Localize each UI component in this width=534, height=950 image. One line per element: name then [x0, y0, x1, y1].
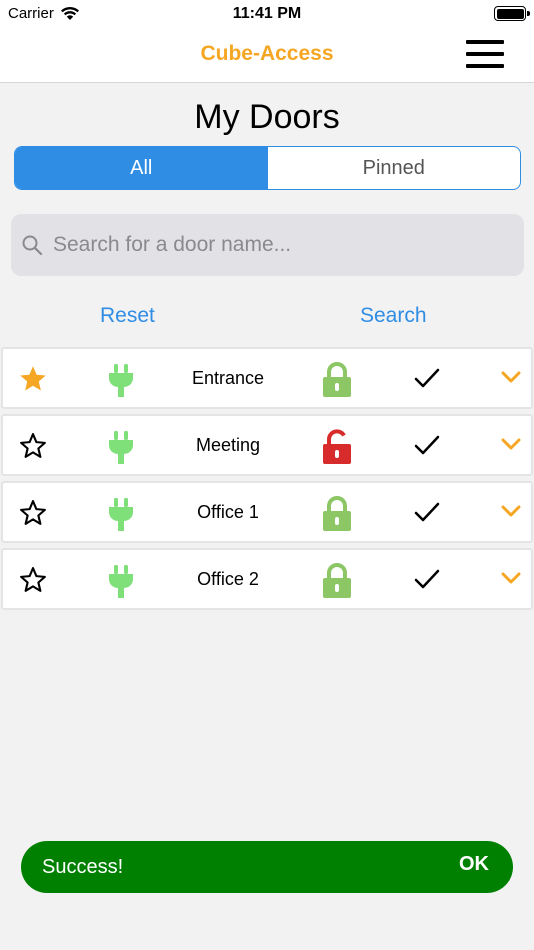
chevron-down-icon[interactable]: [500, 370, 522, 384]
plug-icon: [109, 364, 133, 397]
lock-closed-icon[interactable]: [321, 362, 353, 398]
tab-all[interactable]: All: [15, 147, 268, 189]
door-row-entrance[interactable]: Entrance: [1, 347, 533, 409]
chevron-down-icon[interactable]: [500, 571, 522, 585]
search-button[interactable]: Search: [360, 304, 427, 328]
success-toast: Success! OK: [21, 841, 513, 893]
checkmark-icon: [414, 502, 440, 522]
door-row-office-2[interactable]: Office 2: [1, 548, 533, 610]
lock-closed-icon[interactable]: [321, 563, 353, 599]
chevron-down-icon[interactable]: [500, 437, 522, 451]
status-time: 11:41 PM: [232, 5, 302, 22]
checkmark-icon: [414, 368, 440, 388]
search-icon: [22, 235, 43, 256]
plug-icon: [109, 565, 133, 598]
chevron-down-icon[interactable]: [500, 504, 522, 518]
status-bar: Carrier 11:41 PM: [0, 0, 534, 28]
navigation-bar: Cube-Access: [0, 28, 534, 83]
checkmark-icon: [414, 569, 440, 589]
battery-icon: [494, 6, 530, 21]
door-row-office-1[interactable]: Office 1: [1, 481, 533, 543]
toast-ok-button[interactable]: OK: [459, 853, 489, 876]
lock-closed-icon[interactable]: [321, 496, 353, 532]
checkmark-icon: [414, 435, 440, 455]
hamburger-menu-icon[interactable]: [466, 40, 504, 68]
star-outline-icon[interactable]: [18, 565, 48, 595]
star-outline-icon[interactable]: [18, 498, 48, 528]
search-bar: [11, 214, 524, 276]
star-outline-icon[interactable]: [18, 431, 48, 461]
page-title: My Doors: [194, 98, 340, 136]
door-name: Entrance: [191, 368, 265, 388]
door-name: Office 1: [197, 502, 259, 522]
door-name: Meeting: [195, 435, 261, 455]
door-row-meeting[interactable]: Meeting: [1, 414, 533, 476]
app-title: Cube-Access: [200, 42, 334, 65]
star-filled-icon[interactable]: [18, 364, 48, 394]
door-name: Office 2: [197, 569, 259, 589]
toast-message: Success!: [42, 856, 124, 878]
search-input[interactable]: [53, 233, 493, 257]
lock-open-icon[interactable]: [321, 429, 353, 465]
tab-pinned[interactable]: Pinned: [268, 147, 521, 189]
reset-button[interactable]: Reset: [100, 304, 155, 328]
plug-icon: [109, 431, 133, 464]
filter-segmented-control: All Pinned: [14, 146, 521, 190]
plug-icon: [109, 498, 133, 531]
